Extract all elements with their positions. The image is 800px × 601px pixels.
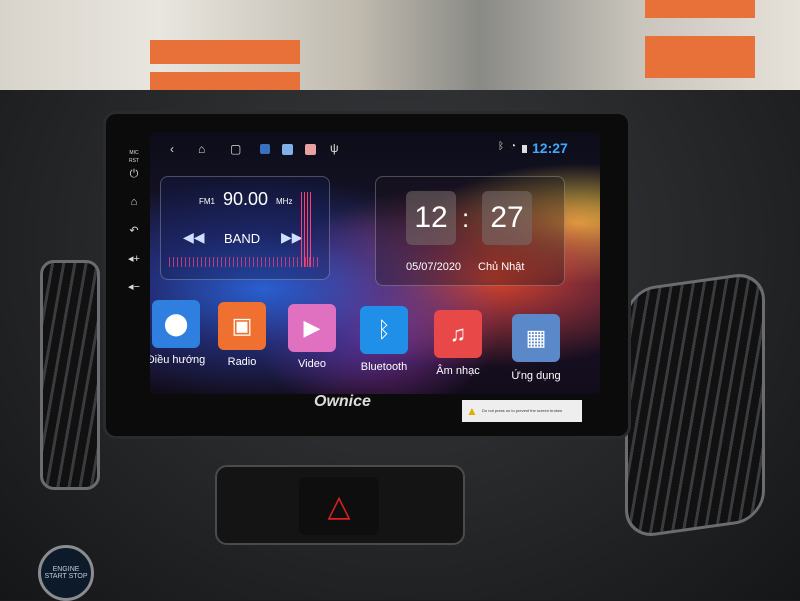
battery-icon	[522, 145, 527, 153]
back-icon[interactable]: ‹	[170, 142, 174, 156]
right-air-vent	[625, 270, 765, 540]
app-music-label: Âm nhạc	[436, 365, 480, 377]
spectrum-peak	[301, 192, 311, 267]
band-name: FM1	[199, 197, 215, 206]
windshield-view	[0, 0, 800, 100]
wifi-icon: ◔	[510, 141, 517, 152]
hazard-panel: △	[215, 465, 465, 545]
garage-stripe	[645, 36, 755, 78]
video-icon: ▶	[303, 315, 321, 340]
app-bluetooth[interactable]: ᛒ	[360, 306, 408, 354]
back-button[interactable]: ↶	[126, 224, 142, 237]
home-button[interactable]: ⌂	[126, 196, 142, 208]
app-radio[interactable]: ▣	[218, 302, 266, 350]
clock-hour: 12	[406, 191, 456, 245]
garage-stripe	[645, 0, 755, 18]
clock-weekday: Chủ Nhật	[478, 261, 525, 273]
app-bluetooth-label: Bluetooth	[360, 361, 408, 373]
left-air-vent	[40, 260, 100, 490]
app-radio-label: Radio	[227, 356, 257, 368]
bluetooth-icon: ᛒ	[498, 141, 504, 152]
clock-widget[interactable]: 12 : 27 05/07/2020 Chủ Nhật	[375, 176, 565, 286]
seek-back-icon[interactable]: ◀◀	[183, 229, 205, 246]
app-apps[interactable]: ▦	[512, 314, 560, 362]
app-video[interactable]: ▶	[288, 304, 336, 352]
volume-up-button[interactable]: ◂+	[126, 252, 142, 265]
mic-label: MIC	[129, 150, 139, 156]
home-icon[interactable]: ⌂	[198, 142, 205, 156]
spectrum-visualizer	[169, 257, 319, 267]
hazard-button[interactable]: △	[299, 477, 379, 535]
band-button[interactable]: BAND	[224, 231, 260, 246]
warning-icon: ▲	[466, 404, 478, 418]
volume-down-button[interactable]: ◂−	[126, 280, 142, 293]
music-icon: ♫	[449, 321, 467, 346]
brand-logo: Ownice	[314, 393, 371, 410]
radio-icon: ▣	[231, 313, 253, 338]
power-button[interactable]: ⏻	[126, 168, 142, 181]
screen: ‹ ⌂ ▢ ψ ᛒ ◔ 12:27 FM1 90.00 MHz ◀◀ BAND …	[150, 132, 600, 394]
recent-apps-icon[interactable]: ▢	[230, 142, 241, 156]
status-time: 12:27	[532, 140, 568, 156]
app-music[interactable]: ♫	[434, 310, 482, 358]
usb-icon: ψ	[330, 141, 339, 155]
hazard-icon: △	[327, 489, 351, 523]
app-icon-2[interactable]	[305, 144, 316, 155]
clock-minute: 27	[482, 191, 532, 245]
bluetooth-icon: ᛒ	[377, 317, 391, 342]
app-video-label: Video	[298, 358, 326, 370]
radio-widget[interactable]: FM1 90.00 MHz ◀◀ BAND ▶▶	[160, 176, 330, 280]
garage-stripe	[150, 40, 300, 64]
clock-date: 05/07/2020	[406, 261, 462, 273]
clock-separator: :	[462, 203, 470, 233]
apps-grid-icon: ▦	[525, 325, 547, 350]
app-navigation[interactable]: ⬤	[152, 300, 200, 348]
garage-stripe	[150, 72, 300, 90]
frequency-unit: MHz	[276, 197, 293, 206]
map-pin-icon: ⬤	[163, 311, 189, 336]
photo-app-icon[interactable]	[282, 144, 293, 155]
warning-sticker: ▲ Do not press on to prevent the screen …	[462, 400, 582, 422]
app-apps-label: Ứng dụng	[511, 370, 561, 382]
app-icon[interactable]	[260, 144, 270, 154]
seek-forward-icon[interactable]: ▶▶	[281, 229, 303, 246]
rst-button[interactable]: RST	[126, 158, 142, 164]
frequency: 90.00	[223, 189, 269, 209]
engine-start-button[interactable]: ENGINE START STOP	[38, 545, 94, 601]
